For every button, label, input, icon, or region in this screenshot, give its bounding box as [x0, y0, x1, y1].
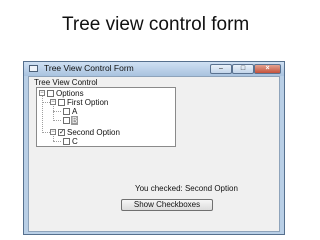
- window-titlebar[interactable]: Tree View Control Form – □ ×: [24, 62, 284, 76]
- tree-node-label: First Option: [67, 98, 109, 107]
- tree-node-label: B: [71, 116, 79, 125]
- tree-node-options[interactable]: − Options: [37, 89, 175, 98]
- minimize-button[interactable]: –: [210, 64, 232, 74]
- tree-node-label: Options: [56, 89, 84, 98]
- checkbox-b[interactable]: [63, 117, 70, 124]
- app-window-icon: [29, 65, 38, 72]
- tree-view-window: Tree View Control Form – □ × Tree View C…: [23, 61, 285, 235]
- window-title: Tree View Control Form: [44, 63, 134, 73]
- form-client-area: Tree View Control − Options − First Opti…: [28, 76, 280, 232]
- show-checkboxes-button[interactable]: Show Checkboxes: [121, 199, 213, 211]
- checkbox-a[interactable]: [63, 108, 70, 115]
- tree-node-a[interactable]: A: [37, 107, 175, 116]
- tree-node-label: Second Option: [67, 128, 120, 137]
- slide-title: Tree view control form: [62, 14, 250, 35]
- tree-view[interactable]: − Options − First Option A B − ✓ Second …: [36, 87, 176, 147]
- tree-node-second-option[interactable]: − ✓ Second Option: [37, 128, 175, 137]
- collapse-icon[interactable]: −: [50, 99, 56, 105]
- tree-node-label: C: [72, 137, 78, 146]
- close-button[interactable]: ×: [254, 64, 281, 74]
- tree-node-first-option[interactable]: − First Option: [37, 98, 175, 107]
- maximize-button[interactable]: □: [232, 64, 254, 74]
- checkbox-options[interactable]: [47, 90, 54, 97]
- tree-node-b[interactable]: B: [37, 116, 175, 125]
- tree-node-label: A: [72, 107, 78, 116]
- checkbox-second-option[interactable]: ✓: [58, 129, 65, 136]
- checkbox-first-option[interactable]: [58, 99, 65, 106]
- collapse-icon[interactable]: −: [50, 129, 56, 135]
- checkbox-c[interactable]: [63, 138, 70, 145]
- collapse-icon[interactable]: −: [39, 90, 45, 96]
- checked-status-label: You checked: Second Option: [135, 184, 238, 193]
- tree-node-c[interactable]: C: [37, 137, 175, 146]
- tree-group-label: Tree View Control: [33, 78, 99, 87]
